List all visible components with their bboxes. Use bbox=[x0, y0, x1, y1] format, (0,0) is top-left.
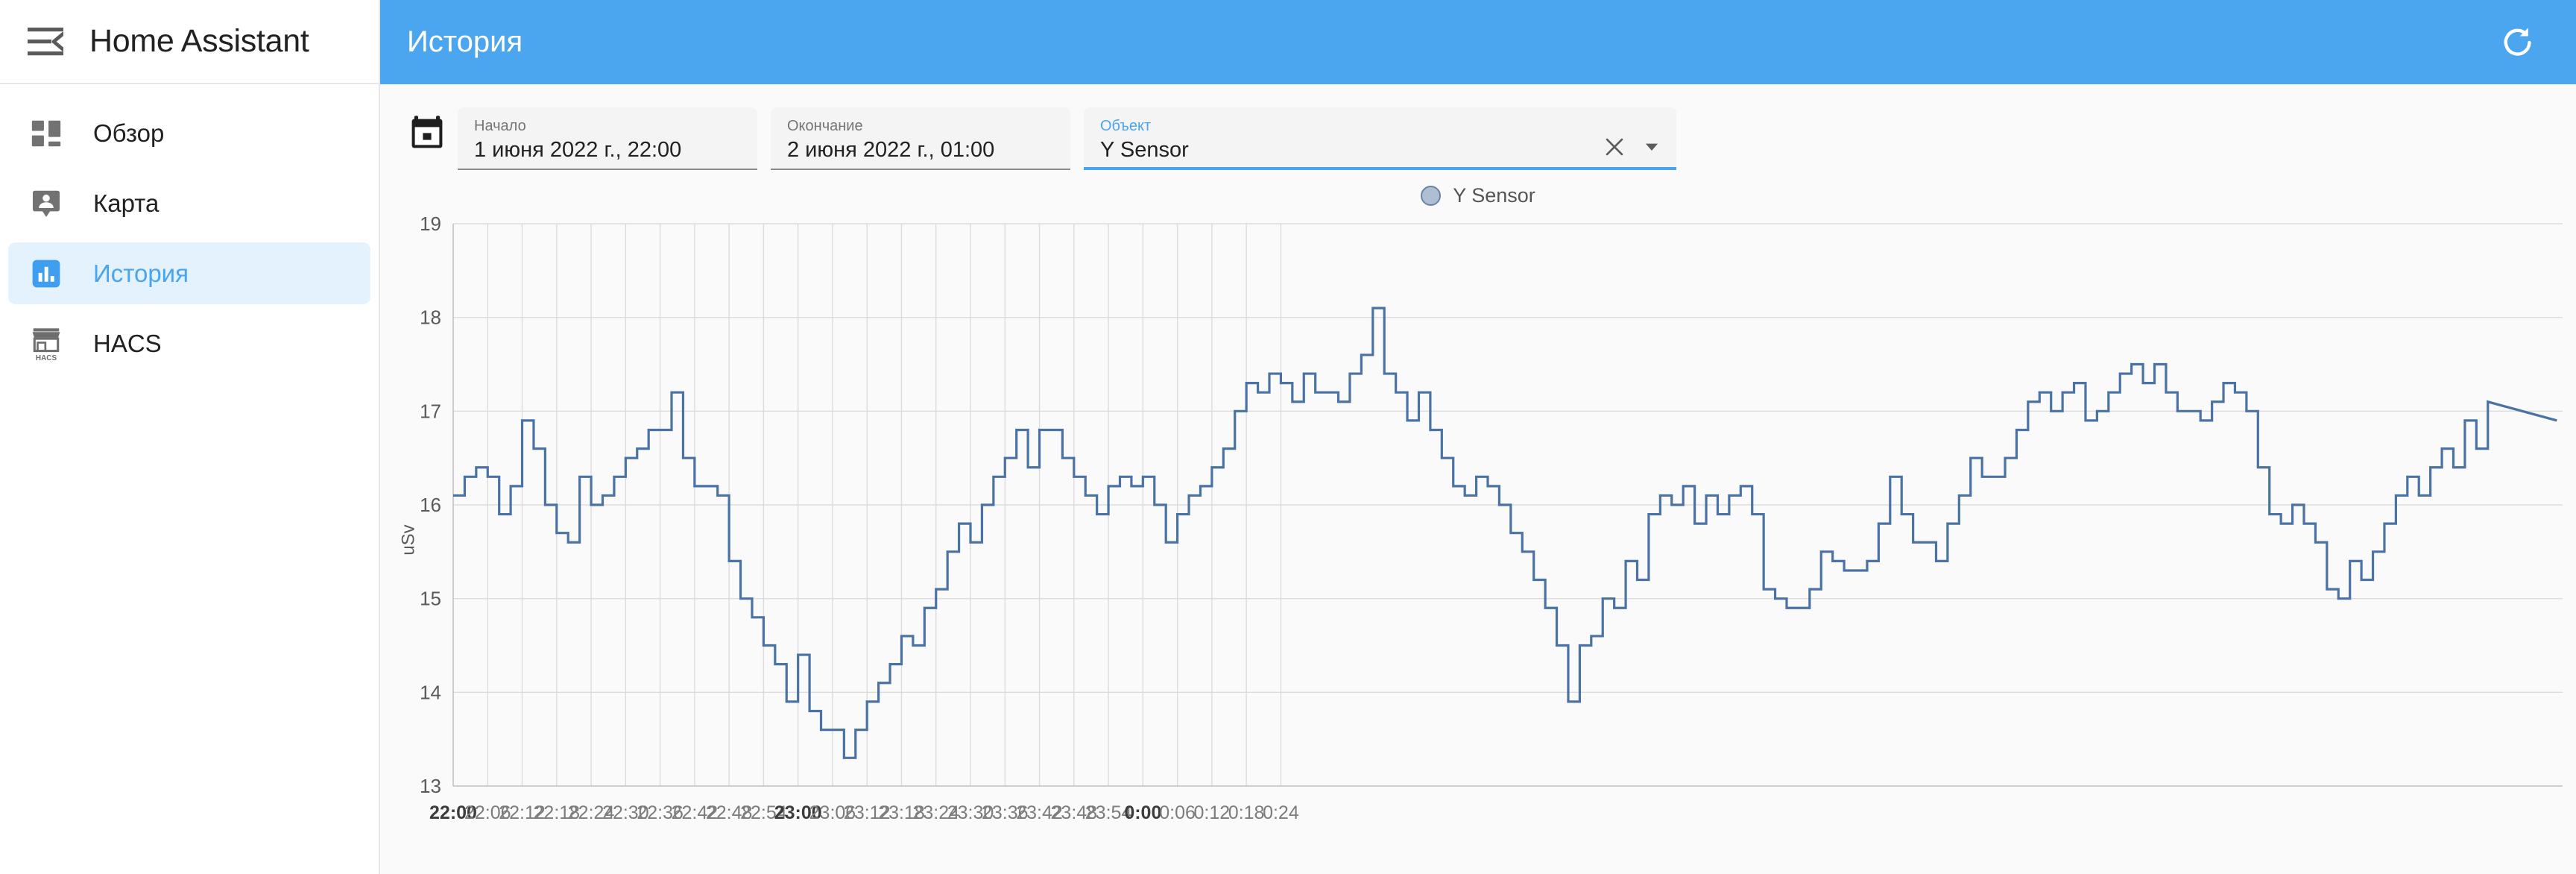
y-tick-label: 17 bbox=[420, 400, 441, 422]
end-date-field[interactable]: Окончание 2 июня 2022 г., 01:00 bbox=[771, 107, 1070, 170]
map-marker-account-icon bbox=[20, 177, 72, 230]
chart-legend: Y Sensor bbox=[380, 180, 2576, 210]
y-axis-label: uSv bbox=[398, 524, 419, 556]
sidebar-item-overview[interactable]: Обзор bbox=[8, 102, 370, 164]
y-tick-label: 16 bbox=[420, 494, 441, 516]
history-chart: uSv 13 14 15 16 17 18 19 22:00 22:06 22:12 22:18 22… bbox=[380, 212, 2576, 868]
end-date-value: 2 июня 2022 г., 01:00 bbox=[787, 138, 995, 162]
hacs-storefront-icon: HACS bbox=[20, 318, 72, 370]
x-tick-label: 0:06 bbox=[1159, 802, 1196, 823]
view-dashboard-icon bbox=[20, 107, 72, 160]
field-underline bbox=[771, 169, 1070, 170]
chart-box-icon bbox=[20, 248, 72, 300]
y-tick-label: 13 bbox=[420, 775, 441, 797]
sidebar-item-label: Обзор bbox=[93, 119, 165, 147]
calendar-icon bbox=[405, 110, 449, 154]
refresh-icon[interactable] bbox=[2490, 14, 2546, 71]
y-tick-label: 15 bbox=[420, 588, 441, 610]
start-date-field[interactable]: Начало 1 июня 2022 г., 22:00 bbox=[458, 107, 757, 170]
field-underline bbox=[458, 169, 757, 170]
x-tick-label: 0:24 bbox=[1263, 802, 1299, 823]
field-underline bbox=[1084, 167, 1676, 170]
main-content: История Начало 1 июня 2022 г., 22:00 Око… bbox=[380, 0, 2576, 874]
close-icon[interactable] bbox=[1602, 134, 1627, 160]
start-date-label: Начало bbox=[474, 118, 526, 134]
y-tick-label: 14 bbox=[420, 681, 441, 703]
sidebar-item-label: HACS bbox=[93, 329, 162, 357]
top-app-bar: История bbox=[380, 0, 2576, 84]
x-tick-label: 0:00 bbox=[1124, 802, 1161, 823]
app-brand-title: Home Assistant bbox=[89, 23, 309, 59]
legend-marker[interactable] bbox=[1421, 185, 1442, 206]
y-tick-label: 18 bbox=[420, 306, 441, 329]
legend-label: Y Sensor bbox=[1453, 183, 1535, 207]
svg-text:HACS: HACS bbox=[36, 353, 57, 362]
entity-picker-actions bbox=[1602, 134, 1663, 160]
end-date-label: Окончание bbox=[787, 118, 863, 134]
entity-picker-value: Y Sensor bbox=[1100, 138, 1189, 162]
history-filter-toolbar: Начало 1 июня 2022 г., 22:00 Окончание 2… bbox=[380, 84, 2576, 170]
chart-canvas[interactable]: 1314151617181922:0022:0622:1222:1822:242… bbox=[380, 212, 2576, 868]
entity-picker-field[interactable]: Объект Y Sensor bbox=[1084, 107, 1676, 170]
menu-collapse-icon[interactable] bbox=[16, 13, 75, 71]
sidebar-item-map[interactable]: Карта bbox=[8, 172, 370, 234]
app-root: Home Assistant Обзор Карта История HACS … bbox=[0, 0, 2576, 874]
sidebar-header: Home Assistant bbox=[0, 0, 379, 84]
sidebar-item-hacs[interactable]: HACS HACS bbox=[8, 312, 370, 374]
x-tick-label: 0:18 bbox=[1228, 802, 1265, 823]
sidebar-item-label: Карта bbox=[93, 189, 160, 217]
chevron-down-icon[interactable] bbox=[1641, 136, 1663, 158]
sidebar: Home Assistant Обзор Карта История HACS … bbox=[0, 0, 380, 874]
start-date-value: 1 июня 2022 г., 22:00 bbox=[474, 138, 682, 162]
sidebar-item-history[interactable]: История bbox=[8, 242, 370, 304]
sidebar-nav: Обзор Карта История HACS HACS bbox=[0, 84, 379, 383]
sidebar-item-label: История bbox=[93, 259, 189, 287]
page-title: История bbox=[407, 25, 523, 58]
x-tick-label: 0:12 bbox=[1194, 802, 1231, 823]
y-tick-label: 19 bbox=[420, 213, 441, 235]
entity-picker-label: Объект bbox=[1100, 118, 1152, 134]
